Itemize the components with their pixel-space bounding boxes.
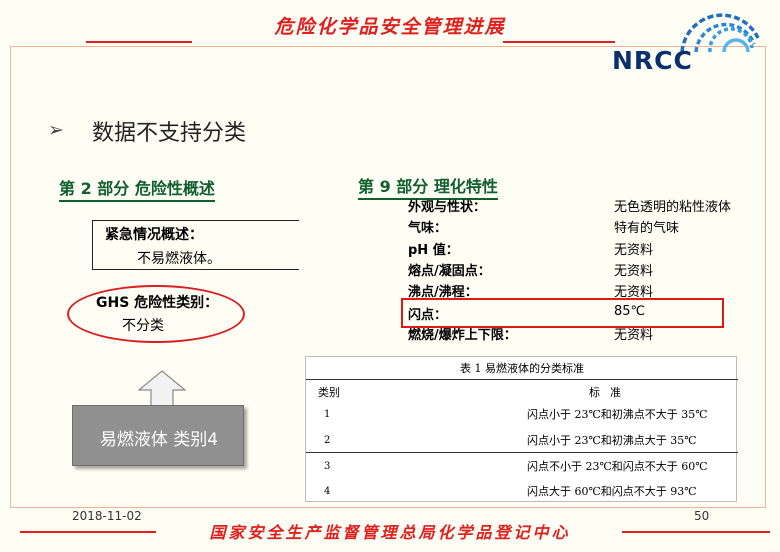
- table-row-standard: 闪点小于 23℃和初沸点不大于 35℃: [527, 408, 708, 421]
- emergency-label: 紧急情况概述：: [105, 227, 203, 243]
- property-value: 无资料: [614, 264, 654, 279]
- category-text: 易燃液体 类别4: [99, 430, 219, 450]
- property-value: 无色透明的粘性液体: [614, 200, 732, 215]
- table-row-category: 3: [324, 461, 331, 472]
- property-key: pH 值：: [408, 243, 459, 258]
- emergency-box: 紧急情况概述： 不易燃液体。: [92, 220, 299, 270]
- header-rule-right: [503, 41, 615, 43]
- slide: 危险化学品安全管理进展 NRCC ➢ 数据不支持分类 第 2 部分 危险性概述 …: [0, 0, 780, 552]
- table-row-standard: 闪点大于 60℃和闪点不大于 93℃: [527, 485, 697, 498]
- table-rule-top: [306, 379, 738, 380]
- ghs-value: 不分类: [122, 318, 164, 334]
- table-caption: 表 1 易燃液体的分类标准: [460, 362, 584, 375]
- table-rule-middle: [306, 452, 738, 453]
- footer-organization: 国家安全生产监督管理总局化学品登记中心: [209, 523, 571, 542]
- table-row-category: 2: [324, 435, 331, 446]
- table-header-standard: 标准: [589, 386, 631, 399]
- property-value: 特有的气味: [614, 221, 680, 236]
- table-row-category: 4: [324, 486, 331, 497]
- property-value: 无资料: [614, 243, 654, 258]
- header-rule-left: [86, 41, 192, 43]
- up-arrow-icon: [138, 370, 186, 408]
- table-row-standard: 闪点小于 23℃和初沸点大于 35℃: [527, 434, 697, 447]
- flash-point-highlight-box: [401, 298, 724, 328]
- ghs-label: GHS 危险性类别：: [96, 295, 219, 311]
- category-box: 易燃液体 类别4: [72, 405, 244, 466]
- emergency-value: 不易燃液体。: [137, 251, 221, 267]
- bullet-text: 数据不支持分类: [92, 121, 247, 146]
- property-key: 气味：: [408, 221, 448, 236]
- property-key: 外观与性状：: [408, 200, 487, 215]
- table-row-category: 1: [324, 409, 331, 420]
- table-header-category: 类别: [318, 386, 340, 399]
- classification-table: 表 1 易燃液体的分类标准 类别 标准 1 闪点小于 23℃和初沸点不大于 35…: [305, 356, 738, 502]
- section2-title: 第 2 部分 危险性概述: [59, 175, 215, 202]
- nrcc-logo: NRCC: [610, 8, 770, 75]
- table-row-standard: 闪点不小于 23℃和闪点不大于 60℃: [527, 460, 708, 473]
- arrow-bullet-icon: ➢: [48, 119, 64, 141]
- property-key: 熔点/凝固点：: [408, 264, 491, 279]
- logo-text: NRCC: [612, 46, 693, 75]
